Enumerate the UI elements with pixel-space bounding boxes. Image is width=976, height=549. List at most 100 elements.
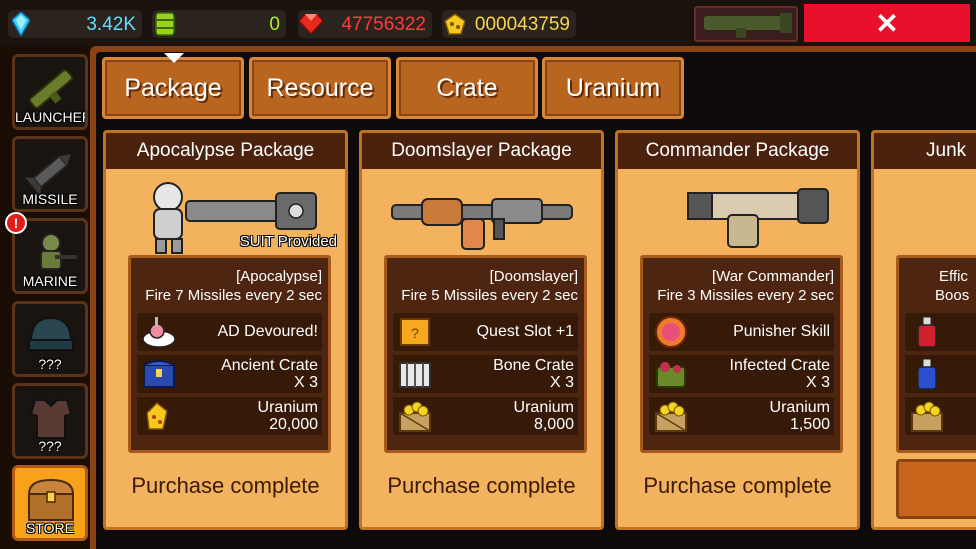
gold-value: 000043759 (474, 14, 570, 35)
reward-label: Ancient Crate (221, 357, 318, 374)
sidebar-item-label: STORE (26, 520, 74, 536)
quest-slot-icon: ? (400, 318, 430, 346)
gold-counter: 000043759 (442, 10, 576, 38)
missile-icon (25, 154, 71, 195)
doomslayer-launcher-icon (391, 198, 573, 250)
reward-label: Bone Crate (493, 357, 574, 374)
reward-row: ? Quest Slot +1 (393, 313, 578, 351)
launcher-icon (28, 69, 74, 109)
tab-resource[interactable]: Resource (249, 57, 391, 119)
sidebar-item-label: ??? (38, 438, 62, 454)
reward-label: Quest Slot +1 (476, 323, 574, 340)
reward-label: Uranium (513, 399, 574, 416)
reward-row (905, 313, 976, 351)
package-details: [War Commander] Fire 3 Missiles every 2 … (640, 255, 843, 453)
gems-value: 3.42K (86, 14, 136, 35)
punisher-skill-icon (655, 316, 687, 348)
reward-label: Uranium (769, 399, 830, 416)
package-launcher-effect: Boos (935, 287, 970, 304)
purchase-status: Purchase complete (131, 473, 320, 498)
ruby-value: 47756322 (341, 14, 426, 35)
tab-package[interactable]: Package (102, 57, 244, 119)
fuel-value: 0 (269, 14, 280, 35)
uranium-crate-icon (655, 401, 687, 432)
reward-row: AD Devoured! (137, 313, 322, 351)
armor-icon (29, 399, 73, 439)
helmet-icon (28, 316, 74, 351)
ad-devoured-icon (142, 317, 176, 348)
package-card-junk[interactable]: Junk Effic Boos (871, 130, 976, 530)
sidebar-item-launcher[interactable]: LAUNCHER (12, 54, 88, 130)
fuel-counter: 0 (152, 10, 286, 38)
ruby-counter: 47756322 (298, 10, 432, 38)
gems-counter: 3.42K (8, 10, 142, 38)
package-card-apocalypse[interactable]: Apocalypse Package SUIT Provided [Apocal… (103, 130, 348, 530)
reward-label: AD Devoured! (217, 323, 319, 340)
blue-potion-icon (917, 358, 937, 390)
junk-buy-button[interactable] (896, 459, 976, 519)
purchase-status: Purchase complete (643, 473, 832, 498)
tab-uranium[interactable]: Uranium (542, 57, 684, 119)
svg-text:?: ? (411, 325, 419, 341)
sidebar-item-label: MARINE (22, 273, 78, 289)
package-title: Junk (874, 133, 976, 169)
reward-amount: X 3 (805, 374, 830, 391)
barrel-icon (152, 11, 178, 37)
sidebar-item-label: MISSILE (22, 191, 78, 207)
ruby-icon (298, 11, 324, 37)
package-card-doomslayer[interactable]: Doomslayer Package [Doomslayer] Fire 5 M… (359, 130, 604, 530)
package-card-commander[interactable]: Commander Package [War Commander] Fire 3… (615, 130, 860, 530)
close-button[interactable]: ✕ (804, 4, 970, 42)
red-potion-icon (917, 316, 937, 348)
package-launcher-name: [Apocalypse] (236, 268, 322, 285)
uranium-crate-icon (399, 401, 431, 432)
sidebar-item-missile[interactable]: MISSILE (12, 136, 88, 212)
package-launcher-effect: Fire 3 Missiles every 2 sec (657, 287, 834, 304)
package-title: Commander Package (618, 133, 857, 169)
reward-amount: X 3 (293, 374, 318, 391)
treasure-chest-icon (27, 478, 75, 521)
reward-label: Infected Crate (729, 357, 831, 374)
package-details: Effic Boos (896, 255, 976, 453)
launcher-icon (704, 13, 792, 38)
reward-amount: 1,500 (789, 416, 830, 433)
uranium-crate-icon (911, 401, 943, 432)
ancient-crate-icon (143, 360, 175, 388)
active-tab-pointer-icon (164, 53, 184, 63)
package-launcher-effect: Fire 5 Missiles every 2 sec (401, 287, 578, 304)
sidebar-item-locked-1[interactable]: ??? (12, 301, 88, 377)
reward-row: Punisher Skill (649, 313, 834, 351)
package-title: Apocalypse Package (106, 133, 345, 169)
reward-row: Uranium 1,500 (649, 397, 834, 435)
gold-icon (442, 11, 468, 37)
reward-row (905, 397, 976, 435)
reward-amount: 20,000 (269, 416, 318, 433)
sidebar-item-label: LAUNCHER (15, 109, 88, 125)
package-launcher-name: Effic (939, 268, 968, 285)
uranium-icon (146, 401, 168, 430)
reward-row: Infected Crate X 3 (649, 355, 834, 393)
reward-amount: 8,000 (533, 416, 574, 433)
infected-crate-icon (656, 362, 686, 388)
marine-icon (40, 233, 77, 270)
tab-crate[interactable]: Crate (396, 57, 538, 119)
current-launcher-thumbnail[interactable] (694, 6, 798, 42)
sidebar-item-store[interactable]: STORE (12, 465, 88, 541)
bone-crate-icon (399, 362, 431, 388)
reward-row (905, 355, 976, 393)
package-details: [Apocalypse] Fire 7 Missiles every 2 sec… (128, 255, 331, 453)
reward-label: Punisher Skill (733, 323, 830, 340)
package-launcher-effect: Fire 7 Missiles every 2 sec (145, 287, 322, 304)
reward-row: Ancient Crate X 3 (137, 355, 322, 393)
reward-row: Uranium 20,000 (137, 397, 322, 435)
package-details: [Doomslayer] Fire 5 Missiles every 2 sec… (384, 255, 587, 453)
commander-launcher-icon (687, 188, 829, 248)
marine-alert-badge: ! (5, 212, 27, 234)
package-launcher-name: [War Commander] (712, 268, 834, 285)
sidebar-item-locked-2[interactable]: ??? (12, 383, 88, 459)
purchase-status: Purchase complete (387, 473, 576, 498)
reward-row: Uranium 8,000 (393, 397, 578, 435)
sidebar-item-label: ??? (38, 356, 62, 372)
suit-provided-badge: SUIT Provided (239, 233, 337, 250)
top-bar: 3.42K 0 47756322 000043759 ✕ (0, 0, 976, 46)
